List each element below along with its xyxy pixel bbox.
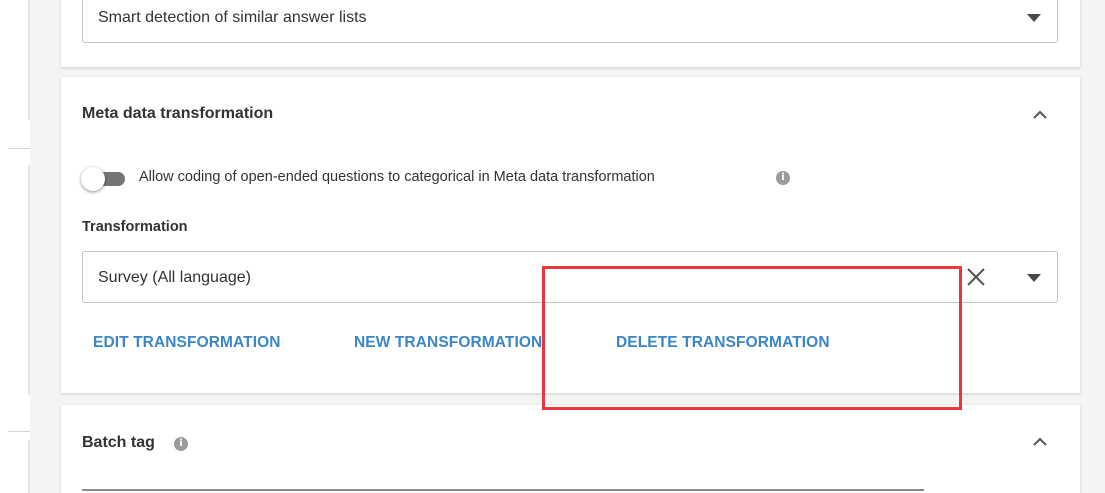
toggle-thumb	[81, 167, 105, 191]
left-divider	[8, 148, 30, 149]
info-icon[interactable]: i	[174, 437, 188, 451]
batch-tag-card: Batch tag i	[61, 405, 1080, 493]
caret-down-icon[interactable]	[1027, 14, 1041, 22]
chevron-up-icon[interactable]	[1032, 437, 1048, 447]
batch-tag-title: Batch tag	[82, 434, 155, 451]
annotation-highlight-box	[542, 266, 962, 410]
new-transformation-button[interactable]: NEW TRANSFORMATION	[354, 334, 542, 352]
left-panel	[0, 0, 30, 493]
edit-transformation-button[interactable]: EDIT TRANSFORMATION	[93, 334, 281, 352]
coding-toggle[interactable]	[81, 167, 129, 191]
answer-list-select[interactable]: Smart detection of similar answer lists	[82, 0, 1058, 43]
transformation-label: Transformation	[82, 219, 188, 235]
info-icon[interactable]: i	[776, 171, 790, 185]
answer-list-select-value: Smart detection of similar answer lists	[98, 9, 367, 26]
coding-toggle-label: Allow coding of open-ended questions to …	[139, 169, 655, 185]
caret-down-icon[interactable]	[1027, 274, 1041, 282]
answer-list-card: Smart detection of similar answer lists	[61, 0, 1080, 67]
chevron-up-icon[interactable]	[1032, 110, 1048, 120]
transformation-select-value: Survey (All language)	[98, 269, 251, 286]
batch-tag-input-line	[82, 489, 924, 491]
left-panel-edge	[28, 0, 30, 120]
meta-transformation-title: Meta data transformation	[82, 105, 274, 122]
left-panel-edge	[28, 165, 30, 395]
left-divider	[8, 431, 30, 432]
left-panel-edge	[28, 440, 30, 493]
close-icon[interactable]	[963, 264, 989, 290]
